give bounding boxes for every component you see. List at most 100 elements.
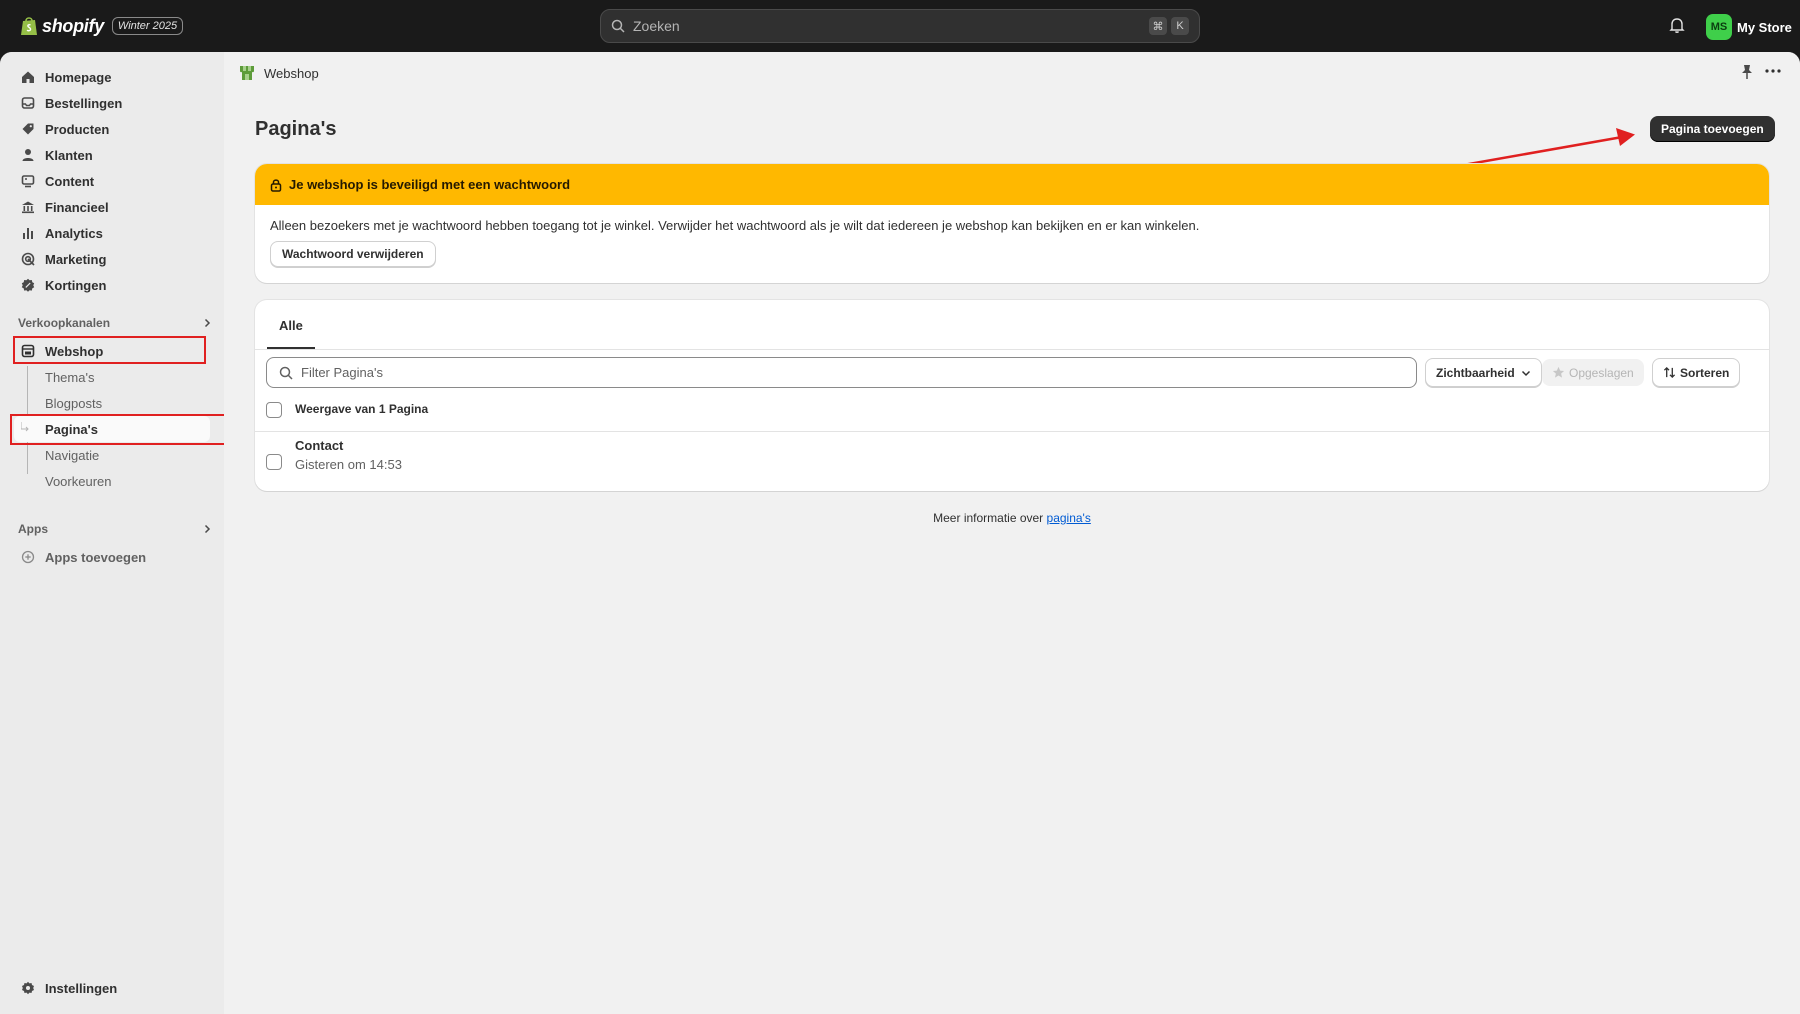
home-icon	[22, 71, 34, 83]
banner-header: Je webshop is beveiligd met een wachtwoo…	[255, 164, 1769, 205]
results-count: Weergave van 1 Pagina	[295, 402, 429, 416]
saved-views-button[interactable]: Opgeslagen	[1542, 359, 1644, 386]
sidebar-item-customers[interactable]: Klanten	[14, 142, 210, 168]
shortcut-key-k: K	[1171, 17, 1189, 35]
breadcrumb-label: Webshop	[264, 65, 319, 81]
sidebar-item-label: Voorkeuren	[45, 473, 112, 489]
pin-icon[interactable]	[1740, 64, 1754, 80]
person-icon	[22, 149, 34, 161]
gear-icon	[22, 981, 34, 995]
sort-arrows-icon	[1663, 366, 1676, 379]
sales-channels-heading[interactable]: Verkoopkanalen	[18, 312, 212, 334]
discount-icon	[21, 278, 35, 292]
highlight-box-pages	[10, 414, 226, 445]
store-name: My Store	[1737, 19, 1792, 35]
sidebar-item-label: Thema's	[45, 369, 95, 385]
shopify-bag-icon	[21, 17, 37, 35]
sidebar-item-label: Bestellingen	[45, 95, 123, 111]
remove-password-button[interactable]: Wachtwoord verwijderen	[270, 241, 436, 267]
sidebar: Homepage Bestellingen Producten Klanten …	[0, 52, 226, 1014]
sidebar-item-blogposts[interactable]: Blogposts	[14, 390, 210, 416]
sidebar-item-themes[interactable]: Thema's	[14, 364, 210, 390]
sidebar-item-analytics[interactable]: Analytics	[14, 220, 210, 246]
chevron-right-icon	[204, 318, 211, 328]
chevron-down-icon	[1521, 370, 1530, 376]
filter-placeholder: Filter Pagina's	[301, 365, 383, 380]
sidebar-item-label: Producten	[45, 121, 110, 137]
learn-more-note: Meer informatie over pagina's	[224, 511, 1800, 525]
search-icon	[279, 366, 293, 380]
chevron-right-icon	[204, 524, 211, 534]
brand-name: shopify	[42, 15, 104, 36]
app-shell: Homepage Bestellingen Producten Klanten …	[0, 52, 1800, 1014]
sales-channels-label: Verkoopkanalen	[18, 316, 111, 330]
password-banner: Je webshop is beveiligd met een wachtwoo…	[255, 164, 1769, 283]
sidebar-item-finance[interactable]: Financieel	[14, 194, 210, 220]
table-row[interactable]: Contact Gisteren om 14:53	[255, 432, 1769, 490]
sidebar-item-label: Marketing	[45, 251, 107, 267]
webshop-icon	[240, 66, 254, 80]
pages-list-card: Alle Filter Pagina's Zichtbaarheid Opges…	[255, 300, 1769, 491]
shortcut-key-cmd: ⌘	[1149, 17, 1167, 35]
store-menu[interactable]: MS My Store	[1706, 14, 1792, 40]
sidebar-item-products[interactable]: Producten	[14, 116, 210, 142]
sidebar-item-label: Klanten	[45, 147, 93, 163]
banner-text: Alleen bezoekers met je wachtwoord hebbe…	[270, 218, 1200, 233]
top-bar: shopify Winter 2025 Zoeken ⌘ K MS My Sto…	[0, 0, 1800, 52]
add-page-button[interactable]: Pagina toevoegen	[1650, 116, 1775, 142]
page-title: Pagina's	[255, 118, 337, 140]
sidebar-item-label: Homepage	[45, 69, 112, 85]
banner-title: Je webshop is beveiligd met een wachtwoo…	[289, 177, 571, 192]
visibility-label: Zichtbaarheid	[1436, 365, 1515, 380]
apps-label: Apps	[18, 522, 48, 536]
lock-icon	[270, 178, 282, 192]
sidebar-item-label: Blogposts	[45, 395, 103, 411]
inbox-icon	[21, 97, 35, 109]
sidebar-item-navigation[interactable]: Navigatie	[14, 442, 210, 468]
select-all-checkbox[interactable]	[266, 402, 282, 418]
more-actions-icon[interactable]	[1764, 62, 1782, 80]
star-icon	[1552, 366, 1565, 378]
learn-more-link[interactable]: pagina's	[1047, 511, 1091, 525]
highlight-box-webshop	[13, 336, 206, 364]
main-content: Webshop Pagina's Pagina toevoegen Je web…	[224, 52, 1800, 1014]
visibility-filter-button[interactable]: Zichtbaarheid	[1425, 358, 1542, 387]
sidebar-item-preferences[interactable]: Voorkeuren	[14, 468, 210, 494]
tab-all[interactable]: Alle	[267, 304, 315, 349]
filter-input[interactable]: Filter Pagina's	[266, 357, 1417, 388]
sidebar-item-discounts[interactable]: Kortingen	[14, 272, 210, 298]
bank-icon	[22, 201, 34, 214]
sidebar-item-label: Instellingen	[45, 980, 118, 996]
bar-chart-icon	[23, 228, 33, 239]
sidebar-item-label: Financieel	[45, 199, 109, 215]
banner-body: Alleen bezoekers met je wachtwoord hebbe…	[255, 205, 1769, 280]
sidebar-item-settings[interactable]: Instellingen	[14, 975, 210, 1001]
tag-icon	[22, 123, 34, 135]
plus-circle-icon	[21, 550, 35, 564]
edition-badge[interactable]: Winter 2025	[111, 17, 184, 35]
apps-heading[interactable]: Apps	[18, 518, 212, 540]
search-icon	[611, 19, 625, 33]
target-icon	[21, 252, 35, 266]
sort-button[interactable]: Sorteren	[1652, 358, 1741, 387]
shopify-logo[interactable]: shopify Winter 2025	[20, 15, 184, 37]
saved-label: Opgeslagen	[1569, 365, 1634, 380]
sidebar-item-content[interactable]: Content	[14, 168, 210, 194]
sidebar-item-orders[interactable]: Bestellingen	[14, 90, 210, 116]
sidebar-item-add-apps[interactable]: Apps toevoegen	[14, 544, 210, 570]
global-search-input[interactable]: Zoeken ⌘ K	[600, 9, 1200, 43]
sidebar-item-marketing[interactable]: Marketing	[14, 246, 210, 272]
sidebar-item-label: Navigatie	[45, 447, 100, 463]
sort-label: Sorteren	[1680, 365, 1730, 380]
notification-bell-icon[interactable]	[1668, 16, 1686, 34]
breadcrumb[interactable]: Webshop	[238, 64, 319, 82]
sidebar-item-label: Kortingen	[45, 277, 107, 293]
search-placeholder: Zoeken	[633, 18, 680, 34]
content-icon	[21, 175, 35, 188]
row-checkbox[interactable]	[266, 454, 282, 470]
sidebar-item-homepage[interactable]: Homepage	[14, 64, 210, 90]
avatar: MS	[1706, 14, 1732, 40]
page-title-cell[interactable]: Contact	[295, 438, 343, 453]
sidebar-item-label: Content	[45, 173, 95, 189]
page-updated-cell: Gisteren om 14:53	[295, 457, 402, 472]
